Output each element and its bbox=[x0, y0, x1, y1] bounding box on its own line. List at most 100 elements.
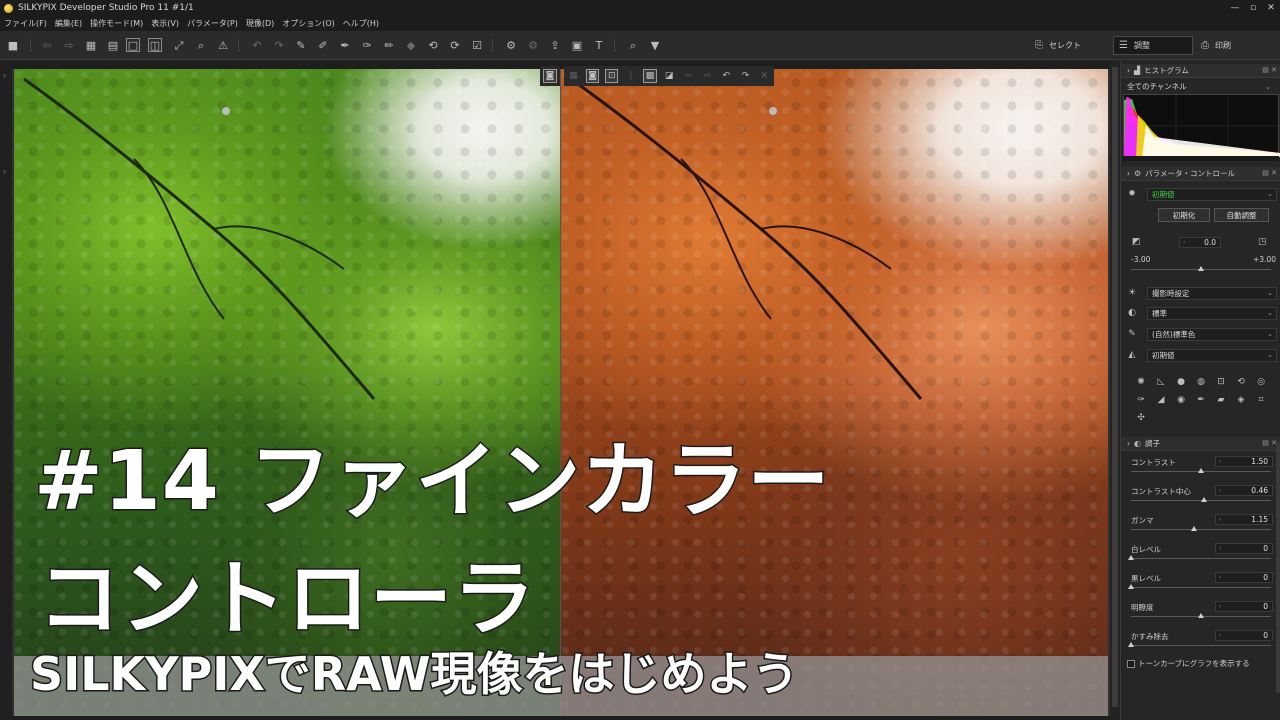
mode-select-button[interactable]: ⎘ セレクト bbox=[1030, 36, 1108, 55]
tone-row-slider-track[interactable] bbox=[1131, 587, 1271, 588]
check-icon[interactable]: ☑ bbox=[470, 38, 484, 52]
preview-icon[interactable]: ▣ bbox=[570, 38, 584, 52]
viewer-scrollbar[interactable] bbox=[1110, 61, 1120, 720]
menu-view[interactable]: 表示(V) bbox=[151, 18, 179, 29]
tone-row-slider-track[interactable] bbox=[1131, 529, 1271, 530]
back-icon[interactable]: ⇦ bbox=[682, 69, 695, 83]
sphere-icon[interactable]: ● bbox=[1171, 373, 1191, 391]
spot-removal-icon[interactable]: ✏ bbox=[382, 38, 396, 52]
tone-dropdown[interactable]: 標準 ⌄ bbox=[1147, 306, 1277, 320]
tone-row-value-field[interactable]: ‹ 1.50 bbox=[1215, 456, 1273, 467]
tone-row-slider-thumb[interactable] bbox=[1128, 555, 1134, 560]
decrement-icon[interactable]: ‹ bbox=[1219, 516, 1221, 523]
rotate-right-icon[interactable]: ⟳ bbox=[448, 38, 462, 52]
color-dropdown[interactable]: (自然)標準色 ⌄ bbox=[1147, 327, 1277, 341]
menu-help[interactable]: ヘルプ(H) bbox=[343, 18, 379, 29]
filter-icon[interactable]: ▼ bbox=[648, 38, 662, 52]
rotate-icon[interactable]: ⟲ bbox=[1231, 373, 1251, 391]
tone-row-value-field[interactable]: ‹ 0 bbox=[1215, 543, 1273, 554]
zoom-fit-icon[interactable]: ⊡ bbox=[605, 69, 619, 83]
close-button[interactable]: ✕ bbox=[1262, 0, 1280, 16]
expand-left-panel-icon-2[interactable]: › bbox=[3, 167, 6, 176]
tone-row-slider-thumb[interactable] bbox=[1128, 584, 1134, 589]
maximize-button[interactable]: ▫ bbox=[1244, 0, 1262, 16]
zoom-icon[interactable]: ⌕ bbox=[194, 38, 208, 52]
color-picker-icon[interactable]: ✒ bbox=[338, 38, 352, 52]
stamp-icon[interactable]: ◈ bbox=[1231, 391, 1251, 409]
tone-row-slider-thumb[interactable] bbox=[1198, 468, 1204, 473]
expand-icon[interactable]: › bbox=[1127, 439, 1130, 448]
eraser-icon[interactable]: ▰ bbox=[1211, 391, 1231, 409]
decrement-icon[interactable]: ‹ bbox=[1219, 632, 1221, 639]
tone-row-value-field[interactable]: ‹ 0 bbox=[1215, 630, 1273, 641]
exposure-value-field[interactable]: ‹ 0.0 bbox=[1179, 237, 1221, 248]
close-icon[interactable]: ✕ bbox=[758, 69, 771, 83]
after-image[interactable] bbox=[561, 69, 1108, 716]
layers-icon[interactable]: ◪ bbox=[663, 69, 676, 83]
tone-curve-checkbox-row[interactable]: トーンカーブにグラフを表示する bbox=[1127, 658, 1250, 669]
fine-color-icon[interactable]: ◍ bbox=[1191, 373, 1211, 391]
menu-edit[interactable]: 編集(E) bbox=[55, 18, 82, 29]
grid-icon[interactable]: ▦ bbox=[567, 69, 580, 83]
eyedropper-icon[interactable]: ✐ bbox=[316, 38, 330, 52]
redo-icon[interactable]: ↷ bbox=[739, 69, 752, 83]
tone-section-header[interactable]: › ◐ 調子 ▤ ✕ bbox=[1121, 437, 1280, 451]
forward-icon[interactable]: ⇨ bbox=[62, 38, 76, 52]
minimize-button[interactable]: — bbox=[1226, 0, 1244, 16]
viewer-scrollbar-thumb[interactable] bbox=[1112, 67, 1118, 707]
param-control-header[interactable]: › ⚙ パラメータ・コントロール ▤ ✕ bbox=[1121, 167, 1280, 181]
fit-icon[interactable]: ◙ bbox=[586, 69, 600, 83]
panel-menu-icon[interactable]: ▤ ✕ bbox=[1262, 169, 1277, 177]
color-wheel-icon[interactable]: ✺ bbox=[1131, 373, 1151, 391]
tone-row-value-field[interactable]: ‹ 0.46 bbox=[1215, 485, 1273, 496]
text-tool-icon[interactable]: T bbox=[592, 38, 606, 52]
white-balance-dropdown[interactable]: 撮影時設定 ⌄ bbox=[1147, 286, 1277, 300]
tone-curve-checkbox[interactable] bbox=[1127, 659, 1135, 668]
expand-left-panel-icon[interactable]: › bbox=[3, 71, 6, 80]
pen-icon[interactable]: ✒ bbox=[1191, 391, 1211, 409]
decrement-icon[interactable]: ‹ bbox=[1219, 574, 1221, 581]
histogram-header[interactable]: › ▟ ヒストグラム ▤ ✕ bbox=[1121, 64, 1280, 78]
tone-row-slider-thumb[interactable] bbox=[1198, 613, 1204, 618]
single-view-icon[interactable]: □ bbox=[126, 38, 140, 52]
fit-icon[interactable]: ◙ bbox=[543, 69, 557, 83]
forward-icon[interactable]: ⇨ bbox=[701, 69, 714, 83]
panel-menu-icon[interactable]: ▤ ✕ bbox=[1262, 439, 1277, 447]
menu-file[interactable]: ファイル(F) bbox=[4, 18, 47, 29]
mode-print-button[interactable]: ⎙ 印刷 bbox=[1196, 36, 1276, 55]
batch-icon[interactable]: ⚙ bbox=[526, 38, 540, 52]
init-button[interactable]: 初期化 bbox=[1158, 208, 1210, 222]
brush-icon[interactable]: ✑ bbox=[1131, 391, 1151, 409]
menu-options[interactable]: オプション(O) bbox=[282, 18, 335, 29]
panel-menu-icon[interactable]: ▤ ✕ bbox=[1262, 66, 1277, 74]
lens-icon[interactable]: ◎ bbox=[1251, 373, 1271, 391]
crop-icon[interactable]: ⌗ bbox=[1251, 391, 1271, 409]
partial-correction-icon[interactable]: ✑ bbox=[360, 38, 374, 52]
undo-icon[interactable]: ↶ bbox=[250, 38, 264, 52]
tone-row-slider-thumb[interactable] bbox=[1201, 497, 1207, 502]
rotate-left-icon[interactable]: ⟲ bbox=[426, 38, 440, 52]
white-balance-tool-icon[interactable]: ✎ bbox=[294, 38, 308, 52]
exposure-auto-icon[interactable]: ◳ bbox=[1258, 237, 1267, 247]
channel-dropdown[interactable]: 全てのチャンネル ⌄ bbox=[1125, 80, 1277, 92]
grid-view-icon[interactable]: ▦ bbox=[84, 38, 98, 52]
grid-overlay-icon[interactable]: ▩ bbox=[643, 69, 657, 83]
effects-icon[interactable]: ✣ bbox=[1131, 409, 1151, 427]
filmstrip-icon[interactable]: ▤ bbox=[106, 38, 120, 52]
warning-icon[interactable]: ⚠ bbox=[216, 38, 230, 52]
mode-adjust-button[interactable]: ☰ 調整 bbox=[1113, 36, 1193, 55]
menu-mode[interactable]: 操作モード(M) bbox=[90, 18, 143, 29]
preset-dropdown[interactable]: 初期値 ⌄ bbox=[1147, 187, 1277, 201]
cube-icon[interactable]: ◆ bbox=[404, 38, 418, 52]
tone-row-slider-thumb[interactable] bbox=[1191, 526, 1197, 531]
gradient-icon[interactable]: ◢ bbox=[1151, 391, 1171, 409]
undo-icon[interactable]: ↶ bbox=[720, 69, 733, 83]
expand-icon[interactable]: › bbox=[1127, 66, 1130, 75]
tone-row-value-field[interactable]: ‹ 0 bbox=[1215, 601, 1273, 612]
sharpness-dropdown[interactable]: 初期値 ⌄ bbox=[1147, 348, 1277, 362]
back-icon[interactable]: ⇦ bbox=[40, 38, 54, 52]
search-filter-icon[interactable]: ⌕ bbox=[626, 38, 640, 52]
decrement-icon[interactable]: ‹ bbox=[1219, 458, 1221, 465]
tone-row-slider-thumb[interactable] bbox=[1128, 642, 1134, 647]
menu-develop[interactable]: 現像(D) bbox=[246, 18, 274, 29]
